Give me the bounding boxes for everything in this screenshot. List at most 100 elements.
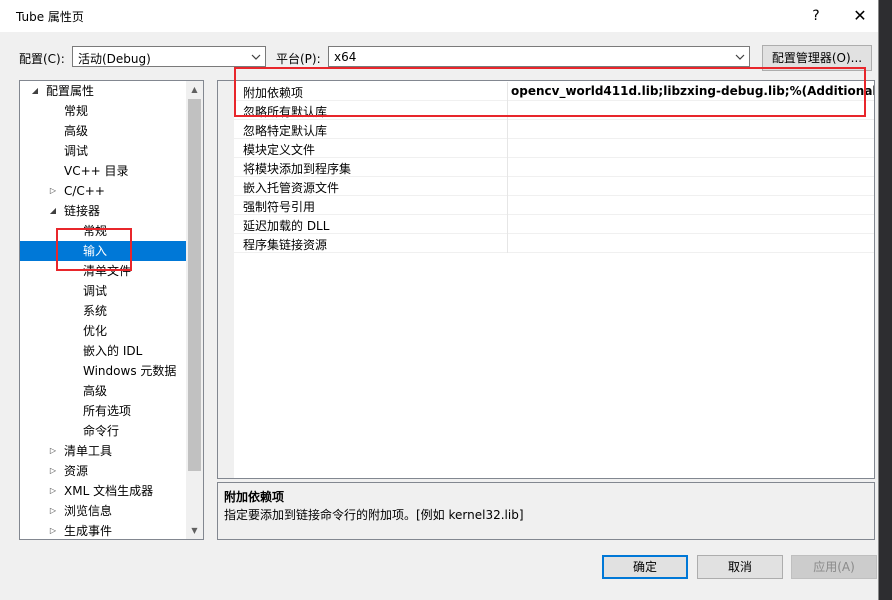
platform-select[interactable]: x64	[328, 46, 750, 67]
collapsed-icon[interactable]: ▷	[48, 481, 58, 501]
grid-gutter	[218, 81, 234, 478]
collapsed-icon[interactable]: ▷	[48, 181, 58, 201]
tree-item-label: 所有选项	[83, 404, 132, 418]
column-divider	[507, 158, 508, 177]
tree-item-label: 优化	[83, 324, 108, 338]
ok-button[interactable]: 确定	[602, 555, 688, 579]
scroll-down-icon[interactable]: ▼	[186, 522, 203, 539]
tree-item[interactable]: ◢ 配置属性	[20, 81, 186, 101]
property-row[interactable]: 嵌入托管资源文件	[234, 177, 874, 196]
tree-item[interactable]: ▷ 资源	[20, 461, 186, 481]
column-divider	[507, 120, 508, 139]
tree-item-label: 生成事件	[64, 524, 113, 538]
tree-item-label: 输入	[83, 244, 108, 258]
description-title: 附加依赖项	[224, 490, 285, 504]
tree-item-label: XML 文档生成器	[64, 484, 154, 498]
property-row[interactable]: 延迟加载的 DLL	[234, 215, 874, 234]
property-row[interactable]: 强制符号引用	[234, 196, 874, 215]
property-row[interactable]: 模块定义文件	[234, 139, 874, 158]
tree-item-label: 常规	[64, 104, 89, 118]
expanded-icon[interactable]: ◢	[30, 81, 40, 101]
tree-item-label: 高级	[64, 124, 89, 138]
column-divider	[507, 101, 508, 120]
tree-item[interactable]: 高级	[20, 381, 186, 401]
tree-item-label: 常规	[83, 224, 108, 238]
property-row[interactable]: 忽略所有默认库	[234, 101, 874, 120]
scroll-up-icon[interactable]: ▲	[186, 81, 203, 98]
tree-item-label: 调试	[83, 284, 108, 298]
tree-item[interactable]: 清单文件	[20, 261, 186, 281]
tree-item[interactable]: 所有选项	[20, 401, 186, 421]
column-divider	[507, 82, 508, 101]
tree-scrollbar[interactable]: ▲ ▼	[186, 81, 203, 539]
collapsed-icon[interactable]: ▷	[48, 441, 58, 461]
tree-item-label: VC++ 目录	[64, 164, 129, 178]
tree-item[interactable]: 常规	[20, 101, 186, 121]
cancel-button[interactable]: 取消	[697, 555, 783, 579]
tree-item-label: C/C++	[64, 184, 105, 198]
close-icon[interactable]: ✕	[840, 4, 880, 28]
window-title: Tube 属性页	[16, 10, 84, 24]
property-pages-dialog: Tube 属性页 ? ✕ 配置(C): 活动(Debug) 平台(P): x64…	[0, 0, 879, 600]
tree-item-label: 清单文件	[83, 264, 132, 278]
tree-item[interactable]: ▷ 浏览信息	[20, 501, 186, 521]
tree-item[interactable]: ◢ 链接器	[20, 201, 186, 221]
tree-item-label: 嵌入的 IDL	[83, 344, 143, 358]
property-name: 附加依赖项	[243, 86, 304, 100]
property-name: 强制符号引用	[243, 200, 316, 214]
collapsed-icon[interactable]: ▷	[48, 521, 58, 539]
tree-item-label: Windows 元数据	[83, 364, 177, 378]
tree-item[interactable]: 输入	[20, 241, 186, 261]
tree-item[interactable]: 优化	[20, 321, 186, 341]
config-manager-button[interactable]: 配置管理器(O)...	[762, 45, 872, 71]
collapsed-icon[interactable]: ▷	[48, 461, 58, 481]
property-name: 延迟加载的 DLL	[243, 219, 330, 233]
property-name: 将模块添加到程序集	[243, 162, 352, 176]
tree-item[interactable]: Windows 元数据	[20, 361, 186, 381]
tree-item-label: 资源	[64, 464, 89, 478]
tree-item-label: 高级	[83, 384, 108, 398]
tree-item[interactable]: 高级	[20, 121, 186, 141]
tree-item-label: 调试	[64, 144, 89, 158]
tree-item[interactable]: 调试	[20, 141, 186, 161]
property-row[interactable]: 忽略特定默认库	[234, 120, 874, 139]
tree-item[interactable]: ▷ C/C++	[20, 181, 186, 201]
column-divider	[507, 234, 508, 253]
tree-item[interactable]: ▷ 清单工具	[20, 441, 186, 461]
property-row[interactable]: 程序集链接资源	[234, 234, 874, 253]
config-select[interactable]: 活动(Debug)	[72, 46, 266, 67]
tree-item[interactable]: ▷ XML 文档生成器	[20, 481, 186, 501]
tree-scroll-thumb[interactable]	[188, 99, 201, 471]
tree-item[interactable]: VC++ 目录	[20, 161, 186, 181]
config-select-value: 活动(Debug)	[78, 52, 151, 66]
tree-item-label: 配置属性	[46, 84, 95, 98]
tree-item[interactable]: ▷ 生成事件	[20, 521, 186, 539]
tree-item[interactable]: 调试	[20, 281, 186, 301]
tree-item[interactable]: 常规	[20, 221, 186, 241]
property-name: 模块定义文件	[243, 143, 316, 157]
property-name: 忽略特定默认库	[243, 124, 328, 138]
tree-item-label: 链接器	[64, 204, 101, 218]
collapsed-icon[interactable]: ▷	[48, 501, 58, 521]
chevron-down-icon	[251, 54, 261, 60]
platform-select-value: x64	[334, 50, 357, 64]
expanded-icon[interactable]: ◢	[48, 201, 58, 221]
column-divider	[507, 196, 508, 215]
property-row[interactable]: 将模块添加到程序集	[234, 158, 874, 177]
tree-item[interactable]: 嵌入的 IDL	[20, 341, 186, 361]
help-icon[interactable]: ?	[796, 4, 836, 28]
description-text: 指定要添加到链接命令行的附加项。[例如 kernel32.lib]	[224, 508, 524, 522]
tree-item[interactable]: 命令行	[20, 421, 186, 441]
tree-item[interactable]: 系统	[20, 301, 186, 321]
tree-item-label: 命令行	[83, 424, 120, 438]
column-divider	[507, 139, 508, 158]
apply-button[interactable]: 应用(A)	[791, 555, 877, 579]
property-grid: 附加依赖项 opencv_world411d.lib;libzxing-debug…	[217, 80, 875, 479]
property-value[interactable]: opencv_world411d.lib;libzxing-debug.lib;…	[511, 84, 874, 98]
column-divider	[507, 177, 508, 196]
tree-item-label: 清单工具	[64, 444, 113, 458]
chevron-down-icon	[735, 54, 745, 60]
config-label: 配置(C):	[19, 52, 65, 66]
tree-item-label: 浏览信息	[64, 504, 113, 518]
property-row[interactable]: 附加依赖项 opencv_world411d.lib;libzxing-debug…	[234, 82, 874, 101]
